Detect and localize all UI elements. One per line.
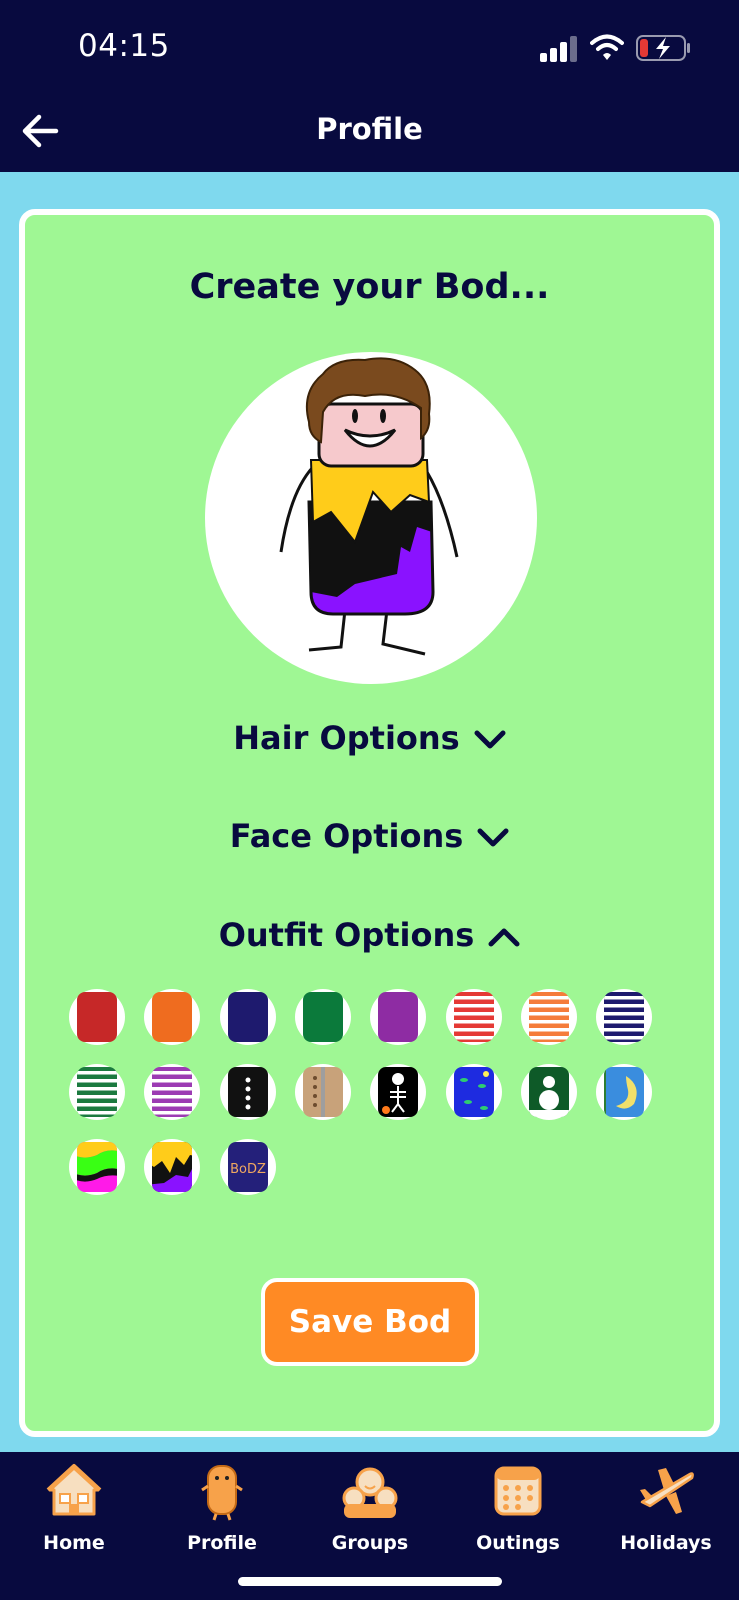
outfit-swatch-purple[interactable]	[370, 989, 427, 1045]
outfit-swatch-green-stripes[interactable]	[69, 1064, 125, 1120]
nav-item-outings[interactable]: Outings	[444, 1452, 592, 1572]
nav-item-home[interactable]: Home	[0, 1452, 148, 1572]
face-options-toggle[interactable]: Face Options	[25, 817, 714, 855]
hair-options-label: Hair Options	[233, 719, 460, 757]
outfit-swatch-snowman[interactable]	[520, 1064, 577, 1120]
nav-label-groups: Groups	[331, 1532, 409, 1554]
home-icon	[46, 1464, 102, 1516]
battery-charging-icon	[636, 35, 690, 61]
nav-label-home: Home	[43, 1532, 105, 1554]
face-options-label: Face Options	[229, 817, 464, 855]
profile-bod-icon	[201, 1465, 243, 1521]
outfit-swatch-red-stripes[interactable]	[445, 989, 502, 1045]
outfit-swatch-orange-stripes[interactable]	[520, 989, 577, 1045]
bod-character-icon	[279, 357, 459, 656]
nav-item-holidays[interactable]: Holidays	[592, 1452, 739, 1572]
wifi-icon	[590, 34, 624, 60]
outfit-swatch-black-suit[interactable]	[219, 1064, 276, 1120]
nav-label-profile: Profile	[187, 1532, 257, 1554]
chevron-down-icon	[474, 730, 506, 749]
outfit-swatch-orange[interactable]	[144, 989, 201, 1045]
outfit-swatch-skeleton[interactable]	[370, 1064, 427, 1120]
cellular-signal-icon	[540, 36, 577, 62]
chevron-up-icon	[488, 928, 520, 947]
nav-label-holidays: Holidays	[620, 1532, 712, 1554]
nav-item-profile[interactable]: Profile	[148, 1452, 296, 1572]
home-indicator[interactable]	[238, 1577, 502, 1586]
svg-text:BoDZ: BoDZ	[230, 1162, 266, 1177]
outfit-options-toggle[interactable]: Outfit Options	[25, 916, 714, 954]
top-bar: 04:15 Profile	[0, 0, 739, 172]
outfit-swatch-yellow-black-purple[interactable]	[144, 1139, 201, 1195]
chevron-down-icon	[477, 828, 509, 847]
outfit-swatch-neon-waves[interactable]	[69, 1139, 125, 1195]
hair-options-toggle[interactable]: Hair Options	[25, 719, 714, 757]
nav-item-groups[interactable]: Groups	[296, 1452, 444, 1572]
bod-avatar-preview	[205, 352, 537, 684]
outfit-swatch-red[interactable]	[69, 989, 125, 1045]
outfit-swatch-blue-night[interactable]	[445, 1064, 502, 1120]
outfit-swatch-purple-stripes[interactable]	[144, 1064, 201, 1120]
outfit-swatch-tan-coat[interactable]	[294, 1064, 351, 1120]
outfit-swatch-navy-stripes[interactable]	[596, 989, 653, 1045]
calendar-icon	[494, 1466, 542, 1516]
airplane-icon	[640, 1468, 694, 1514]
outfit-swatch-navy[interactable]	[219, 989, 276, 1045]
outfit-swatch-bodz[interactable]: BoDZ	[219, 1139, 276, 1195]
outfit-options-label: Outfit Options	[218, 916, 475, 954]
save-bod-button[interactable]: Save Bod	[261, 1278, 479, 1366]
card-title: Create your Bod...	[189, 267, 550, 307]
nav-label-outings: Outings	[476, 1532, 560, 1554]
groups-icon	[342, 1467, 398, 1518]
status-time: 04:15	[78, 28, 170, 64]
outfit-swatch-green[interactable]	[294, 989, 351, 1045]
page-title: Profile	[316, 112, 423, 146]
bod-builder-card: Create your Bod... Hair Options Face Opt…	[19, 209, 720, 1437]
outfit-swatch-moon[interactable]	[596, 1064, 653, 1120]
